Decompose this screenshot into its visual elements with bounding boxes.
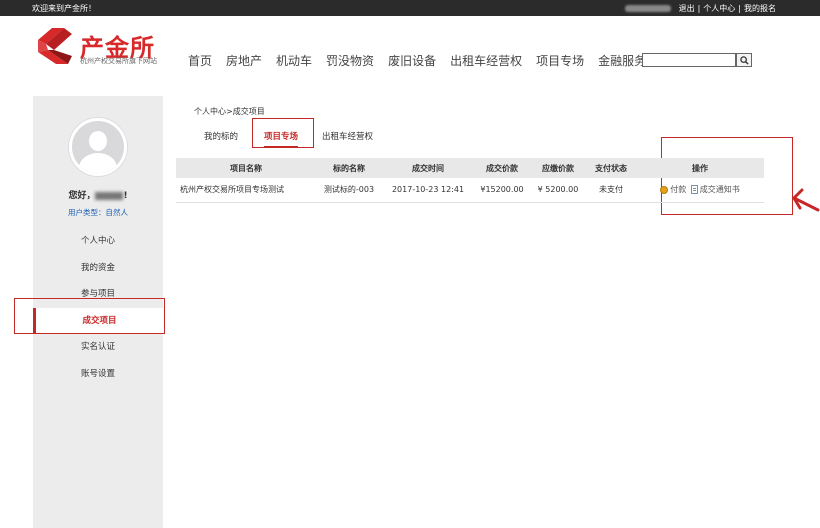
col-header-subject: 标的名称 [316,158,382,178]
sidebar-item-account-settings[interactable]: 账号设置 [33,361,163,388]
cell-time: 2017-10-23 12:41 [382,178,474,203]
pay-action[interactable]: 付款 [660,184,686,195]
cell-operations: 付款 成交通知书 [636,178,764,203]
cell-status: 未支付 [586,178,636,203]
separator: | [738,4,741,13]
nav-item-confiscated[interactable]: 罚没物资 [326,52,374,69]
greeting: 您好，! [68,191,128,201]
table-row: 杭州产权交易所项目专场测试 测试标的-003 2017-10-23 12:41 … [176,178,764,203]
search-button[interactable] [736,53,752,67]
sidebar-item-verification[interactable]: 实名认证 [33,334,163,361]
avatar-head-shape [89,131,107,151]
site-logo[interactable]: 产金所 杭州产权交易所旗下网站 [34,24,174,68]
tab-special-projects[interactable]: 项目专场 [264,126,299,148]
nav-item-equipment[interactable]: 废旧设备 [388,52,436,69]
logo-mark-icon [38,28,72,64]
user-type: 用户类型：自然人 [33,207,163,218]
separator: | [697,4,701,13]
col-header-due-price: 应缴价款 [530,158,586,178]
username-redacted [624,5,671,12]
avatar-body-shape [79,153,117,173]
nav-item-real-estate[interactable]: 房地产 [226,52,262,69]
col-header-deal-price: 成交价款 [474,158,530,178]
sidebar-item-user-center[interactable]: 个人中心 [33,228,163,255]
nav-item-finance[interactable]: 金融服务 [598,52,646,69]
user-type-value: 自然人 [105,208,129,217]
my-signup-link[interactable]: 我的报名 [744,3,776,14]
deal-notice-link[interactable]: 成交通知书 [700,184,740,195]
deals-table: 项目名称 标的名称 成交时间 成交价款 应缴价款 支付状态 操作 杭州产权交易所… [176,158,764,203]
top-bar: 欢迎来到产金所！ 退出 | 个人中心 | 我的报名 [0,0,820,16]
document-icon [690,184,698,194]
tab-bar: 我的标的 项目专场 出租车经营权 [194,126,764,148]
col-header-project: 项目名称 [176,158,316,178]
col-header-status: 支付状态 [586,158,636,178]
welcome-text: 欢迎来到产金所！ [32,4,96,13]
col-header-operations: 操作 [636,158,764,178]
nav-item-vehicles[interactable]: 机动车 [276,52,312,69]
arrow-annotation-icon [792,188,820,212]
logo-subtitle: 杭州产权交易所旗下网站 [80,57,157,65]
main-nav: 首页 房地产 机动车 罚没物资 废旧设备 出租车经营权 项目专场 金融服务 [188,52,660,69]
tab-my-subjects[interactable]: 我的标的 [204,126,238,148]
logout-link[interactable]: 退出 [679,3,695,14]
top-bar-links: 退出 | 个人中心 | 我的报名 [624,3,776,14]
col-header-time: 成交时间 [382,158,474,178]
cell-deal-price: ¥15200.00 [474,178,530,203]
nav-item-special[interactable]: 项目专场 [536,52,584,69]
username-redacted [95,191,124,200]
coin-icon [660,185,669,194]
sidebar-item-my-funds[interactable]: 我的资金 [33,255,163,282]
nav-item-home[interactable]: 首页 [188,52,212,69]
search-input[interactable] [642,53,736,67]
avatar [69,118,127,176]
nav-item-taxi-rights[interactable]: 出租车经营权 [450,52,522,69]
table-header-row: 项目名称 标的名称 成交时间 成交价款 应缴价款 支付状态 操作 [176,158,764,178]
highlight-box-sidebar [14,298,165,334]
pay-link[interactable]: 付款 [670,184,686,195]
search-box [642,53,752,67]
breadcrumb: 个人中心>成交项目 [194,107,265,116]
cell-project: 杭州产权交易所项目专场测试 [176,178,316,203]
greeting-text: 您好， [68,191,96,201]
tab-taxi-rights[interactable]: 出租车经营权 [322,126,373,148]
notice-action[interactable]: 成交通知书 [689,184,740,195]
search-icon [739,55,749,65]
cell-subject: 测试标的-003 [316,178,382,203]
cell-due-price: ¥ 5200.00 [530,178,586,203]
user-type-label: 用户类型： [68,208,106,217]
user-center-link[interactable]: 个人中心 [703,3,735,14]
